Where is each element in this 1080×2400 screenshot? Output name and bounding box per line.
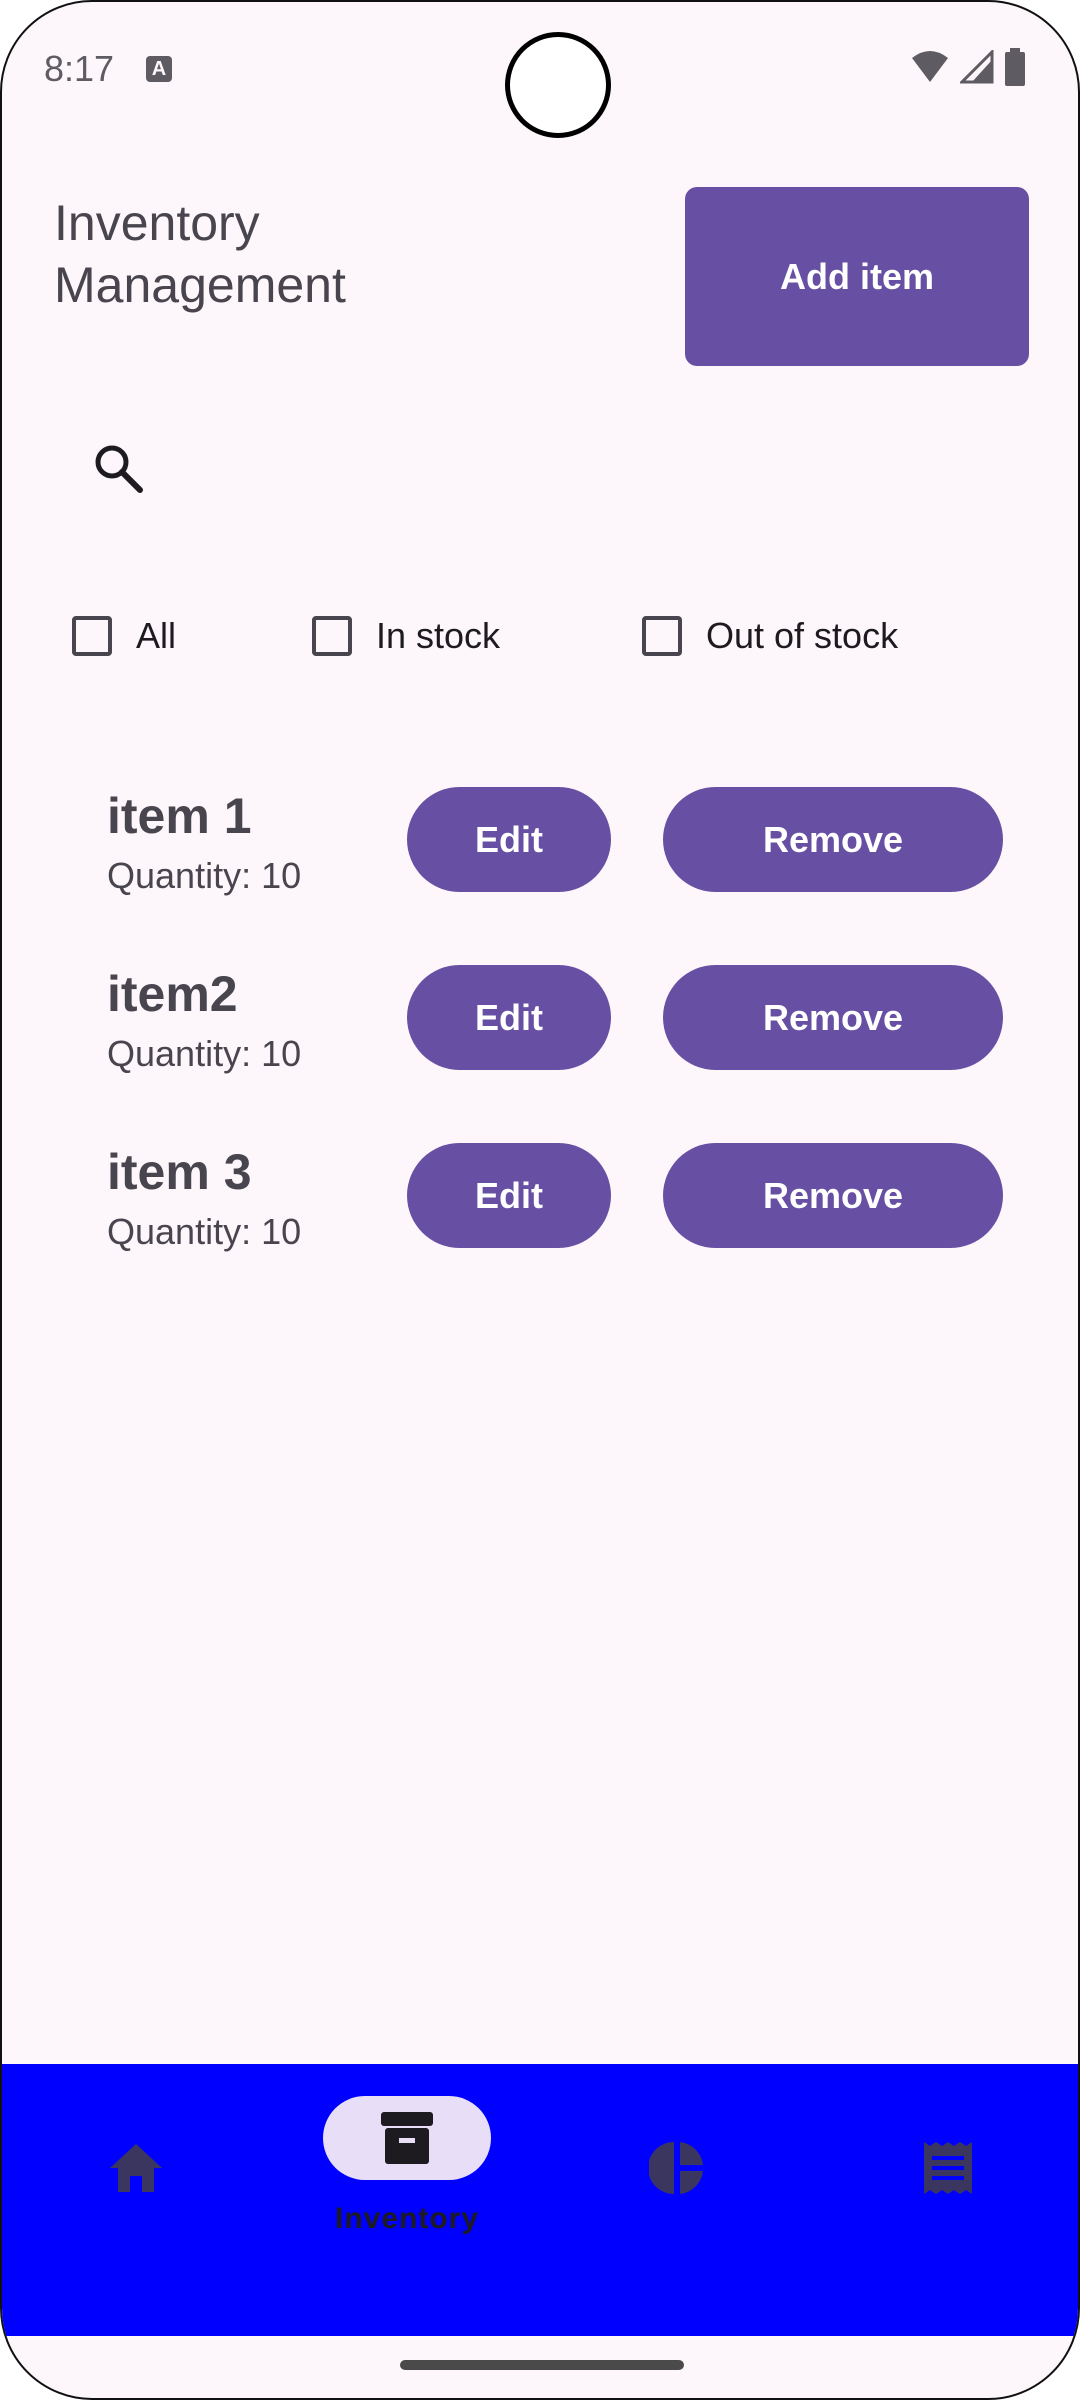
remove-button[interactable]: Remove bbox=[663, 965, 1003, 1070]
search-icon[interactable] bbox=[90, 440, 146, 496]
add-item-button[interactable]: Add item bbox=[685, 187, 1029, 366]
nav-item-home[interactable] bbox=[82, 2064, 192, 2336]
filter-all-label: All bbox=[136, 615, 177, 656]
filter-all-checkbox[interactable] bbox=[72, 616, 112, 656]
phone-screen: 8:17 A Inventory Management Add item All… bbox=[0, 0, 1080, 2400]
item-quantity: Quantity: 10 bbox=[107, 1211, 302, 1252]
filter-in-stock[interactable]: In stock bbox=[312, 608, 500, 664]
remove-button[interactable]: Remove bbox=[663, 1143, 1003, 1248]
status-time: 8:17 bbox=[44, 48, 115, 89]
filter-in-stock-label: In stock bbox=[376, 615, 501, 656]
list-item: item2 Quantity: 10 Edit Remove bbox=[2, 965, 1078, 1075]
home-icon bbox=[110, 2144, 162, 2192]
filter-out-of-stock[interactable]: Out of stock bbox=[642, 608, 898, 664]
list-item: item 1 Quantity: 10 Edit Remove bbox=[2, 787, 1078, 897]
wifi-icon bbox=[912, 51, 948, 82]
nav-label-inventory: Inventory bbox=[334, 2202, 480, 2235]
home-indicator[interactable] bbox=[400, 2360, 684, 2370]
filter-out-of-stock-checkbox[interactable] bbox=[642, 616, 682, 656]
nav-item-inventory[interactable]: Inventory bbox=[302, 2064, 512, 2336]
a-icon: A bbox=[146, 56, 172, 82]
battery-icon bbox=[1005, 48, 1025, 86]
archive-box-icon bbox=[381, 2112, 433, 2164]
edit-button[interactable]: Edit bbox=[407, 787, 611, 892]
page-title: Inventory Management bbox=[54, 195, 346, 313]
receipt-icon bbox=[924, 2142, 972, 2194]
pie-chart-icon bbox=[649, 2142, 703, 2194]
item-quantity: Quantity: 10 bbox=[107, 1033, 302, 1074]
item-name: item2 bbox=[107, 966, 238, 1022]
filter-all[interactable]: All bbox=[72, 608, 176, 664]
status-icons bbox=[910, 48, 1026, 86]
edit-button[interactable]: Edit bbox=[407, 965, 611, 1070]
item-name: item 1 bbox=[107, 788, 252, 844]
filter-in-stock-checkbox[interactable] bbox=[312, 616, 352, 656]
signal-icon bbox=[960, 50, 994, 84]
bottom-navigation-bar: Inventory bbox=[2, 2064, 1078, 2336]
item-name: item 3 bbox=[107, 1144, 252, 1200]
item-quantity: Quantity: 10 bbox=[107, 855, 302, 896]
edit-button[interactable]: Edit bbox=[407, 1143, 611, 1248]
remove-button[interactable]: Remove bbox=[663, 787, 1003, 892]
list-item: item 3 Quantity: 10 Edit Remove bbox=[2, 1143, 1078, 1253]
filter-out-of-stock-label: Out of stock bbox=[706, 615, 899, 656]
nav-item-reports[interactable] bbox=[622, 2064, 732, 2336]
nav-item-orders[interactable] bbox=[892, 2064, 1002, 2336]
camera-cutout bbox=[505, 32, 611, 138]
